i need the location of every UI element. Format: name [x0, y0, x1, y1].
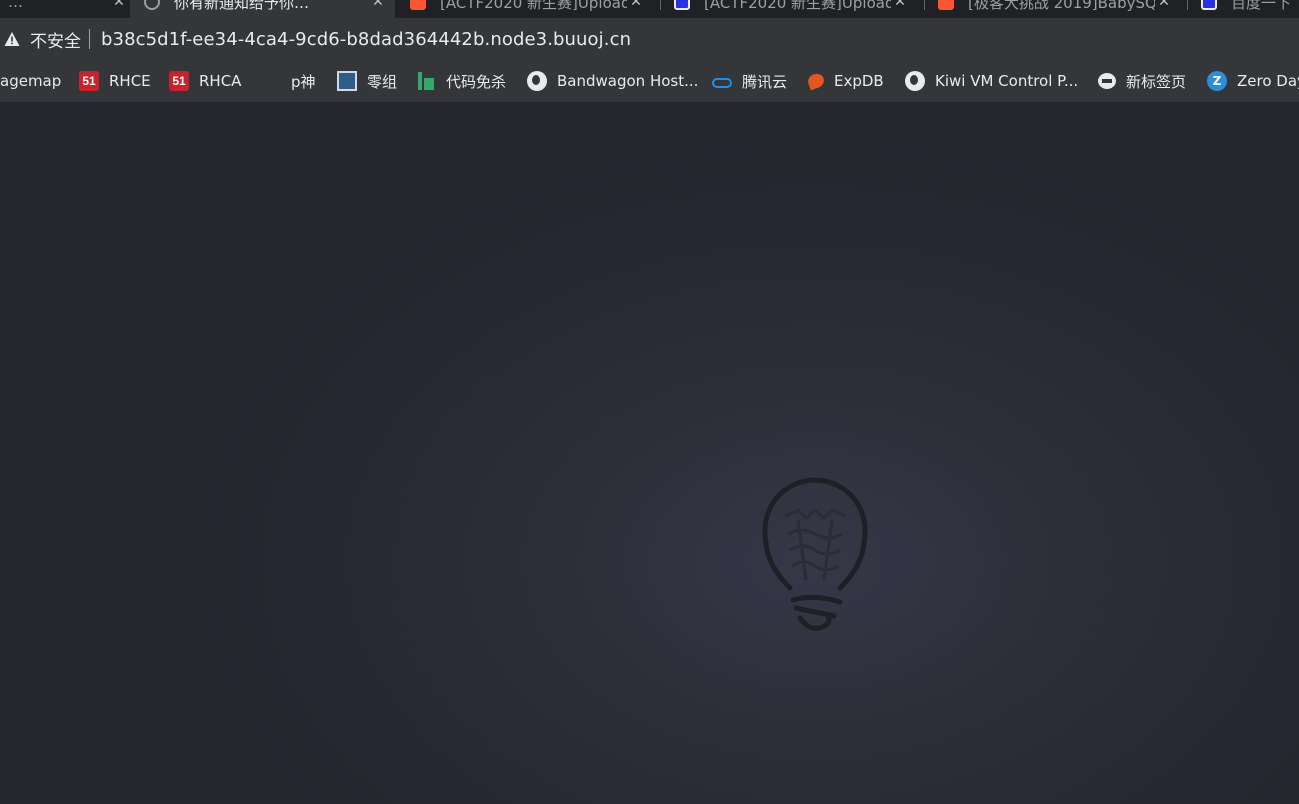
51cto-icon: 51	[79, 71, 99, 91]
bookmark-label: RHCE	[109, 72, 151, 90]
tab-title: …	[8, 0, 23, 11]
close-icon[interactable]: ✕	[369, 0, 387, 10]
tab-title: [ACTF2020 新生赛]Upload	[704, 0, 891, 12]
tab-separator	[1187, 0, 1188, 10]
zero-group-icon	[337, 71, 357, 91]
bookmark-rhca[interactable]: 51 RHCA	[169, 60, 241, 102]
tab-4[interactable]: [极客大挑战 2019]BabySQL ✕	[936, 0, 1181, 18]
bookmark-zero-group[interactable]: 零组	[337, 60, 397, 102]
lightbulb-icon[interactable]	[760, 476, 870, 638]
tab-2[interactable]: [ACTF2020 新生赛]Upload ✕	[408, 0, 653, 18]
csdn-icon	[410, 0, 426, 10]
baidu-paw-icon	[674, 0, 690, 10]
green-bars-icon	[416, 71, 436, 91]
cloud-icon	[712, 78, 732, 88]
tab-1[interactable]: 你有新通知给予你… ✕	[130, 0, 395, 18]
bookmarks-bar: agemap 51 RHCE 51 RHCA p神 零组 代码免杀 Bandwa…	[0, 60, 1299, 102]
bookmark-code-avoid-kill[interactable]: 代码免杀	[416, 60, 506, 102]
tab-3[interactable]: [ACTF2020 新生赛]Upload ✕	[672, 0, 917, 18]
close-icon[interactable]: ✕	[627, 0, 645, 10]
baidu-paw-icon	[1201, 0, 1217, 10]
bookmark-tencent-cloud[interactable]: 腾讯云	[712, 60, 787, 102]
bookmark-label: ExpDB	[834, 72, 884, 90]
51cto-icon: 51	[169, 71, 189, 91]
tab-strip: … ✕ 你有新通知给予你… ✕ [ACTF2020 新生赛]Upload ✕ […	[0, 0, 1299, 18]
url-text[interactable]: b38c5d1f-ee34-4ca4-9cd6-b8dad364442b.nod…	[101, 29, 631, 50]
address-bar[interactable]: 不安全 b38c5d1f-ee34-4ca4-9cd6-b8dad364442b…	[0, 18, 1299, 60]
bookmark-agemap[interactable]: agemap	[0, 60, 61, 102]
globe-icon	[905, 71, 925, 91]
bookmark-label: agemap	[0, 72, 62, 90]
bookmark-label: Zero Day	[1237, 72, 1299, 90]
tab-title: [极客大挑战 2019]BabySQL	[968, 0, 1155, 12]
close-icon[interactable]: ✕	[891, 0, 909, 10]
csdn-icon	[938, 0, 954, 10]
bookmark-label: Kiwi VM Control P...	[935, 72, 1079, 90]
tab-0[interactable]: … ✕	[0, 0, 128, 18]
bookmark-zero-day[interactable]: Z Zero Day	[1207, 60, 1299, 102]
tab-title: [ACTF2020 新生赛]Upload	[440, 0, 627, 12]
close-icon[interactable]: ✕	[110, 0, 128, 10]
tab-separator	[924, 0, 925, 10]
bookmark-label: 腾讯云	[742, 72, 788, 91]
bookmark-rhce[interactable]: 51 RHCE	[79, 60, 151, 102]
bookmark-label: Bandwagon Host...	[557, 72, 699, 90]
bookmark-label: 零组	[367, 72, 398, 91]
bookmark-label: RHCA	[199, 72, 242, 90]
bookmark-bandwagon[interactable]: Bandwagon Host...	[527, 60, 698, 102]
tab-title: 百度一下	[1231, 0, 1292, 12]
page-content	[0, 102, 1299, 804]
bookmark-expdb[interactable]: ExpDB	[806, 60, 884, 102]
bookmark-new-tab[interactable]: 新标签页	[1098, 60, 1186, 102]
tab-5[interactable]: 百度一下	[1199, 0, 1299, 18]
close-icon[interactable]: ✕	[1155, 0, 1173, 10]
tab-title: 你有新通知给予你…	[174, 0, 310, 12]
bookmark-label: p神	[291, 72, 316, 91]
bookmark-label: 代码免杀	[446, 72, 507, 91]
bear-icon	[1098, 73, 1116, 89]
exploitdb-icon	[806, 71, 826, 91]
zero-day-icon: Z	[1207, 71, 1227, 91]
globe-icon	[144, 0, 160, 10]
divider	[89, 29, 90, 49]
globe-icon	[527, 71, 547, 91]
tab-separator	[660, 0, 661, 10]
bookmark-p-shen[interactable]: p神	[291, 60, 316, 102]
security-status-label[interactable]: 不安全	[30, 27, 81, 52]
bookmark-kiwi-vm[interactable]: Kiwi VM Control P...	[905, 60, 1078, 102]
warning-icon[interactable]	[4, 31, 20, 47]
bookmark-label: 新标签页	[1126, 72, 1187, 91]
